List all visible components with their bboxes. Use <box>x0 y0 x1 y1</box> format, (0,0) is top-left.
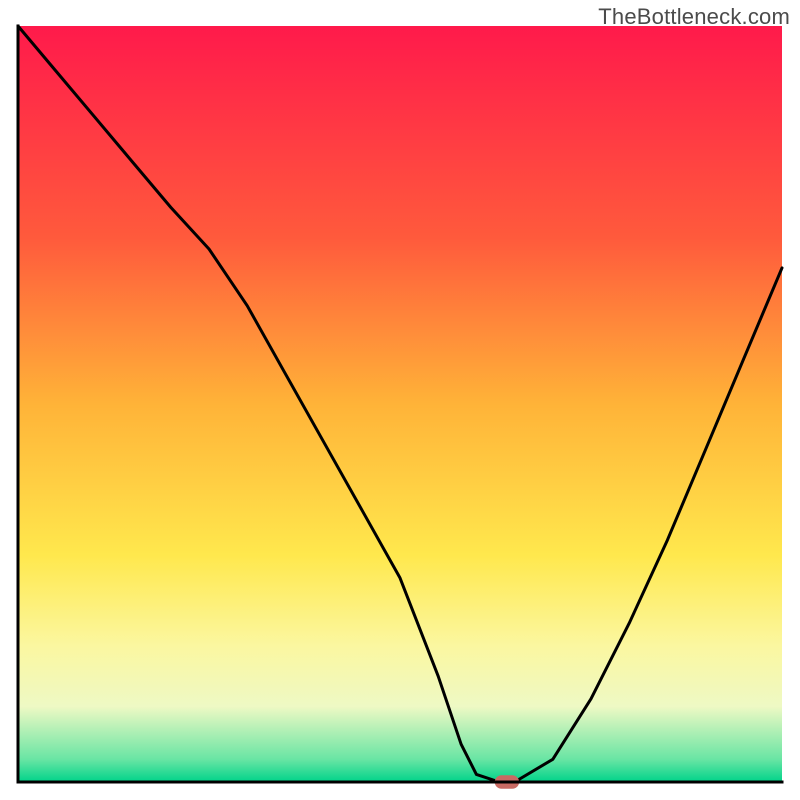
bottleneck-chart <box>0 0 800 800</box>
chart-container: TheBottleneck.com <box>0 0 800 800</box>
watermark-text: TheBottleneck.com <box>598 4 790 30</box>
